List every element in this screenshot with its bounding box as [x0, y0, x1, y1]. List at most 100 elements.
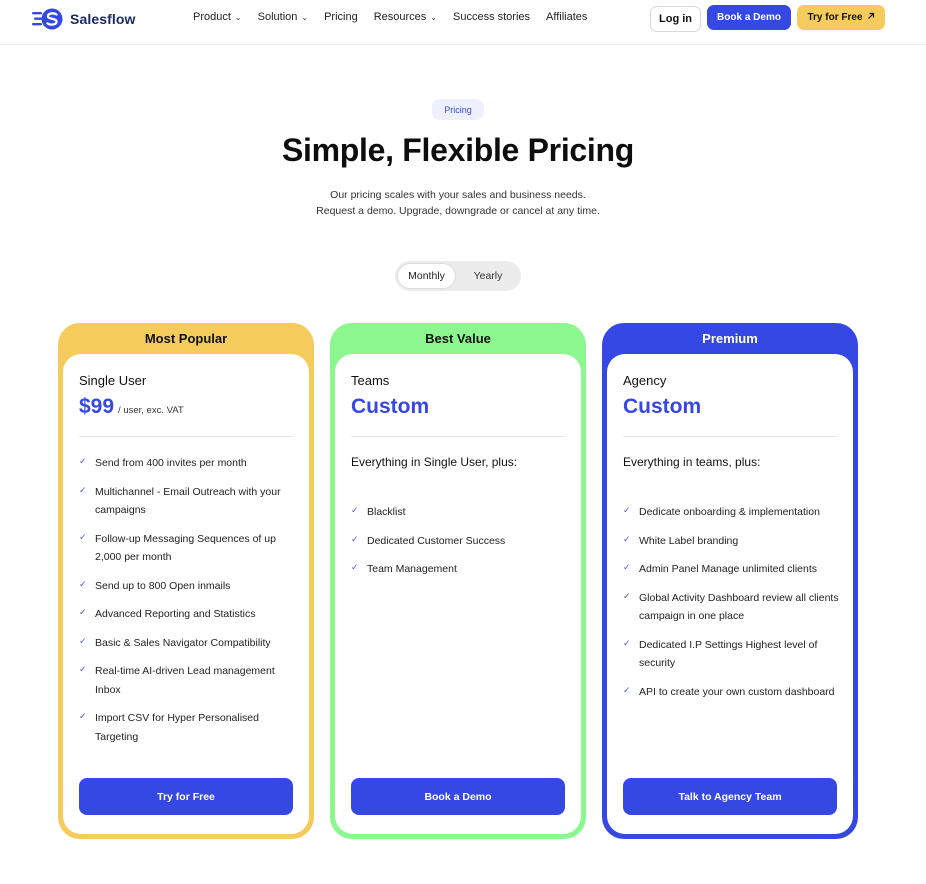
nav-item-label: Resources [373, 11, 427, 23]
feature-text: Follow-up Messaging Sequences of up 2,00… [95, 532, 276, 564]
main-menu: Product ⌄ Solution ⌄ Pricing Resources ⌄… [193, 11, 603, 23]
talk-to-agency-team-button[interactable]: Talk to Agency Team [623, 778, 837, 815]
arrow-up-right-icon [867, 12, 875, 23]
feature-text: Send up to 800 Open inmails [95, 579, 231, 592]
chevron-down-icon: ⌄ [234, 13, 242, 22]
check-icon: ✓ [623, 590, 631, 601]
nav-item-pricing[interactable]: Pricing [324, 11, 358, 23]
feature-list: ✓ Dedicate onboarding & implementation ✓ W… [623, 503, 841, 711]
check-icon: ✓ [351, 533, 359, 544]
list-item: ✓ Advanced Reporting and Statistics [79, 605, 297, 624]
plan-name: Single User [79, 373, 147, 388]
feature-text: Global Activity Dashboard review all cli… [639, 591, 839, 623]
plan-badge: Best Value [425, 331, 491, 346]
list-item: ✓ Dedicate onboarding & implementation [623, 503, 841, 522]
nav-item-product[interactable]: Product ⌄ [193, 11, 242, 23]
feature-text: Advanced Reporting and Statistics [95, 608, 256, 620]
nav-item-label: Solution [257, 11, 298, 23]
feature-text: Dedicated I.P Settings Highest level of … [639, 638, 818, 670]
salesflow-logo-icon [32, 8, 64, 30]
page-title: Simple, Flexible Pricing [281, 132, 635, 168]
check-icon: ✓ [79, 664, 87, 674]
plan-card-body: Single User $99 / user, exc. VAT ✓ Send f… [63, 354, 309, 834]
try-for-free-button[interactable]: Try for Free [797, 5, 885, 30]
check-icon: ✓ [351, 505, 359, 515]
feature-list: ✓ Send from 400 invites per month ✓ Multic… [79, 454, 297, 756]
check-icon: ✓ [79, 607, 87, 617]
list-item: ✓ API to create your own custom dashboard [623, 683, 841, 702]
brand-name: Salesflow [70, 11, 136, 27]
top-navbar: Salesflow Product ⌄ Solution ⌄ Pricing R… [0, 0, 926, 45]
plan-card-body: Teams Custom Everything in Single User, … [335, 354, 581, 834]
list-item: ✓ Basic & Sales Navigator Compatibility [79, 634, 297, 653]
list-item: ✓ Multichannel - Email Outreach with your… [79, 483, 297, 520]
nav-item-label: Affiliates [546, 11, 588, 23]
list-item: ✓ Send up to 800 Open inmails [79, 577, 297, 596]
price-unit: / user, exc. VAT [118, 405, 184, 416]
list-item: ✓ Blacklist [351, 503, 569, 522]
plan-price: Custom [623, 395, 701, 419]
plan-badge: Premium [702, 331, 758, 346]
list-item: ✓ Real-time AI-driven Lead management Inb… [79, 662, 297, 699]
feature-text: Real-time AI-driven Lead management Inbo… [95, 665, 275, 696]
feature-text: White Label branding [639, 534, 739, 547]
check-icon: ✓ [623, 637, 631, 648]
feature-text: Send from 400 invites per month [95, 457, 247, 469]
check-icon: ✓ [79, 635, 87, 646]
check-icon: ✓ [351, 562, 359, 572]
chevron-down-icon: ⌄ [430, 13, 437, 22]
try-for-free-label: Try for Free [807, 12, 863, 23]
check-icon: ✓ [623, 684, 631, 695]
list-item: ✓ Admin Panel Manage unlimited clients [623, 560, 841, 579]
feature-list: ✓ Blacklist ✓ Dedicated Customer Success ✓… [351, 503, 569, 589]
feature-text: Multichannel - Email Outreach with your … [95, 485, 281, 517]
subtitle-line: Request a demo. Upgrade, downgrade or ca… [316, 205, 600, 217]
plan-card-teams: Best Value Teams Custom Everything in Si… [330, 323, 586, 839]
nav-item-success-stories[interactable]: Success stories [453, 11, 530, 23]
nav-item-resources[interactable]: Resources ⌄ [374, 11, 437, 23]
plan-name: Agency [623, 373, 667, 388]
billing-toggle: Monthly Yearly [395, 261, 521, 291]
price-amount: Custom [351, 395, 430, 418]
plan-card-single-user: Most Popular Single User $99 / user, exc… [58, 323, 314, 839]
nav-item-label: Product [193, 11, 231, 23]
subtitle-line: Our pricing scales with your sales and b… [330, 189, 586, 201]
list-item: ✓ Team Management [351, 560, 569, 579]
list-item: ✓ Send from 400 invites per month [79, 454, 297, 473]
check-icon: ✓ [79, 578, 87, 589]
feature-text: Dedicate onboarding & implementation [639, 506, 820, 518]
section-badge: Pricing [432, 99, 484, 120]
billing-option-monthly[interactable]: Monthly [397, 263, 456, 289]
book-demo-button[interactable]: Book a Demo [707, 5, 791, 30]
divider [351, 436, 565, 437]
nav-item-label: Pricing [324, 11, 358, 23]
try-for-free-button[interactable]: Try for Free [79, 778, 293, 815]
divider [79, 436, 293, 437]
nav-item-label: Success stories [453, 11, 531, 23]
plan-card-body: Agency Custom Everything in teams, plus:… [607, 354, 853, 834]
page-subtitle: Our pricing scales with your sales and b… [0, 187, 916, 219]
plan-card-agency: Premium Agency Custom Everything in team… [602, 323, 858, 839]
feature-text: Blacklist [367, 506, 406, 518]
check-icon: ✓ [623, 562, 631, 572]
plan-badge: Most Popular [144, 331, 228, 346]
brand-logo[interactable]: Salesflow [32, 7, 135, 31]
list-item: ✓ Global Activity Dashboard review all cl… [623, 589, 841, 626]
billing-option-yearly[interactable]: Yearly [458, 263, 518, 289]
list-item: ✓ Import CSV for Hyper Personalised Targe… [79, 709, 297, 746]
check-icon: ✓ [79, 711, 87, 721]
login-button[interactable]: Log in [650, 6, 701, 32]
plan-price: $99 / user, exc. VAT [79, 395, 184, 419]
list-item: ✓ Follow-up Messaging Sequences of up 2,0… [79, 530, 297, 567]
feature-text: Import CSV for Hyper Personalised Target… [95, 712, 259, 743]
divider [623, 436, 837, 437]
feature-text: Team Management [367, 563, 457, 575]
price-amount: $99 [79, 395, 115, 418]
book-demo-button[interactable]: Book a Demo [351, 778, 565, 815]
check-icon: ✓ [79, 484, 87, 495]
nav-item-solution[interactable]: Solution ⌄ [258, 11, 308, 23]
check-icon: ✓ [79, 456, 87, 466]
nav-item-affiliates[interactable]: Affiliates [546, 11, 587, 23]
check-icon: ✓ [79, 531, 87, 542]
list-item: ✓ Dedicated I.P Settings Highest level of… [623, 636, 841, 673]
